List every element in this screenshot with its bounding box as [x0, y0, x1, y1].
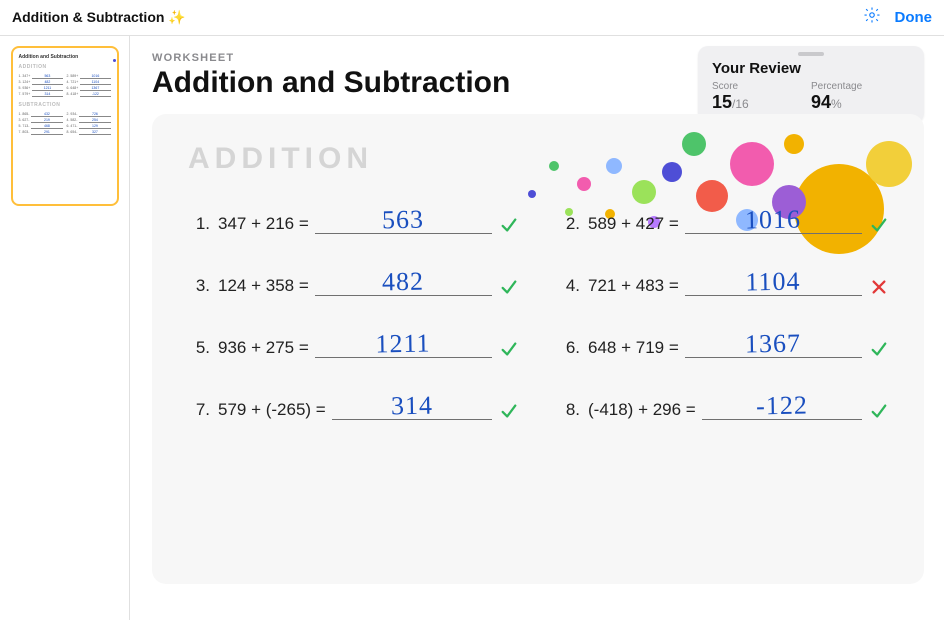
answer-field[interactable]: 563	[315, 206, 492, 234]
handwritten-answer: -122	[756, 391, 808, 422]
problem-expression: 936 + 275 =	[218, 338, 309, 358]
handwritten-answer: 1211	[376, 329, 432, 360]
percentage-stat: Percentage 94%	[811, 81, 910, 113]
problem-expression: (-418) + 296 =	[588, 400, 696, 420]
thumbnail-title: Addition and Subtraction	[19, 54, 111, 60]
answer-field[interactable]: 1367	[685, 330, 862, 358]
check-icon	[500, 278, 518, 296]
score-stat: Score 15/16	[712, 81, 811, 113]
gear-icon	[863, 6, 881, 29]
handwritten-answer: 1367	[745, 329, 802, 360]
handwritten-answer: 563	[382, 205, 425, 236]
top-navbar: Addition & Subtraction ✨ Done	[0, 0, 944, 36]
problem-row: 7. 579 + (-265) = 314	[188, 392, 518, 420]
percentage-value: 94	[811, 92, 831, 112]
handwritten-answer: 314	[391, 391, 434, 422]
check-icon	[870, 216, 888, 234]
problem-expression: 648 + 719 =	[588, 338, 679, 358]
handwritten-answer: 1016	[745, 205, 802, 236]
answer-field[interactable]: 314	[332, 392, 492, 420]
problem-number: 2.	[558, 214, 580, 234]
handwritten-answer: 1104	[746, 267, 802, 298]
problem-number: 8.	[558, 400, 580, 420]
problem-row: 3. 124 + 358 = 482	[188, 268, 518, 296]
problem-row: 1. 347 + 216 = 563	[188, 206, 518, 234]
problem-row: 2. 589 + 427 = 1016	[558, 206, 888, 234]
drag-handle[interactable]	[798, 52, 824, 56]
settings-button[interactable]	[859, 5, 885, 31]
problem-row: 4. 721 + 483 = 1104	[558, 268, 888, 296]
done-button[interactable]: Done	[895, 9, 933, 26]
navbar-title: Addition & Subtraction ✨	[12, 9, 859, 26]
problem-expression: 579 + (-265) =	[218, 400, 326, 420]
answer-field[interactable]: 1016	[685, 206, 862, 234]
answer-field[interactable]: -122	[702, 392, 862, 420]
problem-row: 8. (-418) + 296 = -122	[558, 392, 888, 420]
problem-row: 5. 936 + 275 = 1211	[188, 330, 518, 358]
worksheet-sheet: ADDITION 1.347 + 216 =5632.589 + 427 =10…	[152, 114, 924, 584]
score-total: /16	[732, 97, 749, 111]
problem-expression: 347 + 216 =	[218, 214, 309, 234]
check-icon	[870, 402, 888, 420]
check-icon	[500, 340, 518, 358]
workspace: Addition and Subtraction ADDITION 1. 347…	[0, 36, 944, 620]
answer-field[interactable]: 482	[315, 268, 492, 296]
problem-row: 6. 648 + 719 = 1367	[558, 330, 888, 358]
score-value: 15	[712, 92, 732, 112]
answer-field[interactable]: 1211	[315, 330, 492, 358]
problem-number: 3.	[188, 276, 210, 296]
problem-number: 5.	[188, 338, 210, 358]
problem-number: 6.	[558, 338, 580, 358]
percentage-label: Percentage	[811, 81, 910, 92]
problem-number: 4.	[558, 276, 580, 296]
review-card[interactable]: Your Review Score 15/16 Percentage 94%	[698, 46, 924, 123]
check-icon	[870, 340, 888, 358]
problem-expression: 721 + 483 =	[588, 276, 679, 296]
review-title: Your Review	[712, 60, 910, 77]
problem-number: 7.	[188, 400, 210, 420]
problem-number: 1.	[188, 214, 210, 234]
main-content: WORKSHEET Addition and Subtraction Your …	[130, 36, 944, 620]
cross-icon	[870, 278, 888, 296]
page-thumbnail[interactable]: Addition and Subtraction ADDITION 1. 347…	[11, 46, 119, 206]
percentage-unit: %	[831, 97, 842, 111]
decorative-dots	[494, 114, 924, 264]
check-icon	[500, 402, 518, 420]
problem-expression: 124 + 358 =	[218, 276, 309, 296]
problem-expression: 589 + 427 =	[588, 214, 679, 234]
pages-sidebar: Addition and Subtraction ADDITION 1. 347…	[0, 36, 130, 620]
check-icon	[500, 216, 518, 234]
answer-field[interactable]: 1104	[685, 268, 862, 296]
handwritten-answer: 482	[382, 267, 425, 298]
score-label: Score	[712, 81, 811, 92]
